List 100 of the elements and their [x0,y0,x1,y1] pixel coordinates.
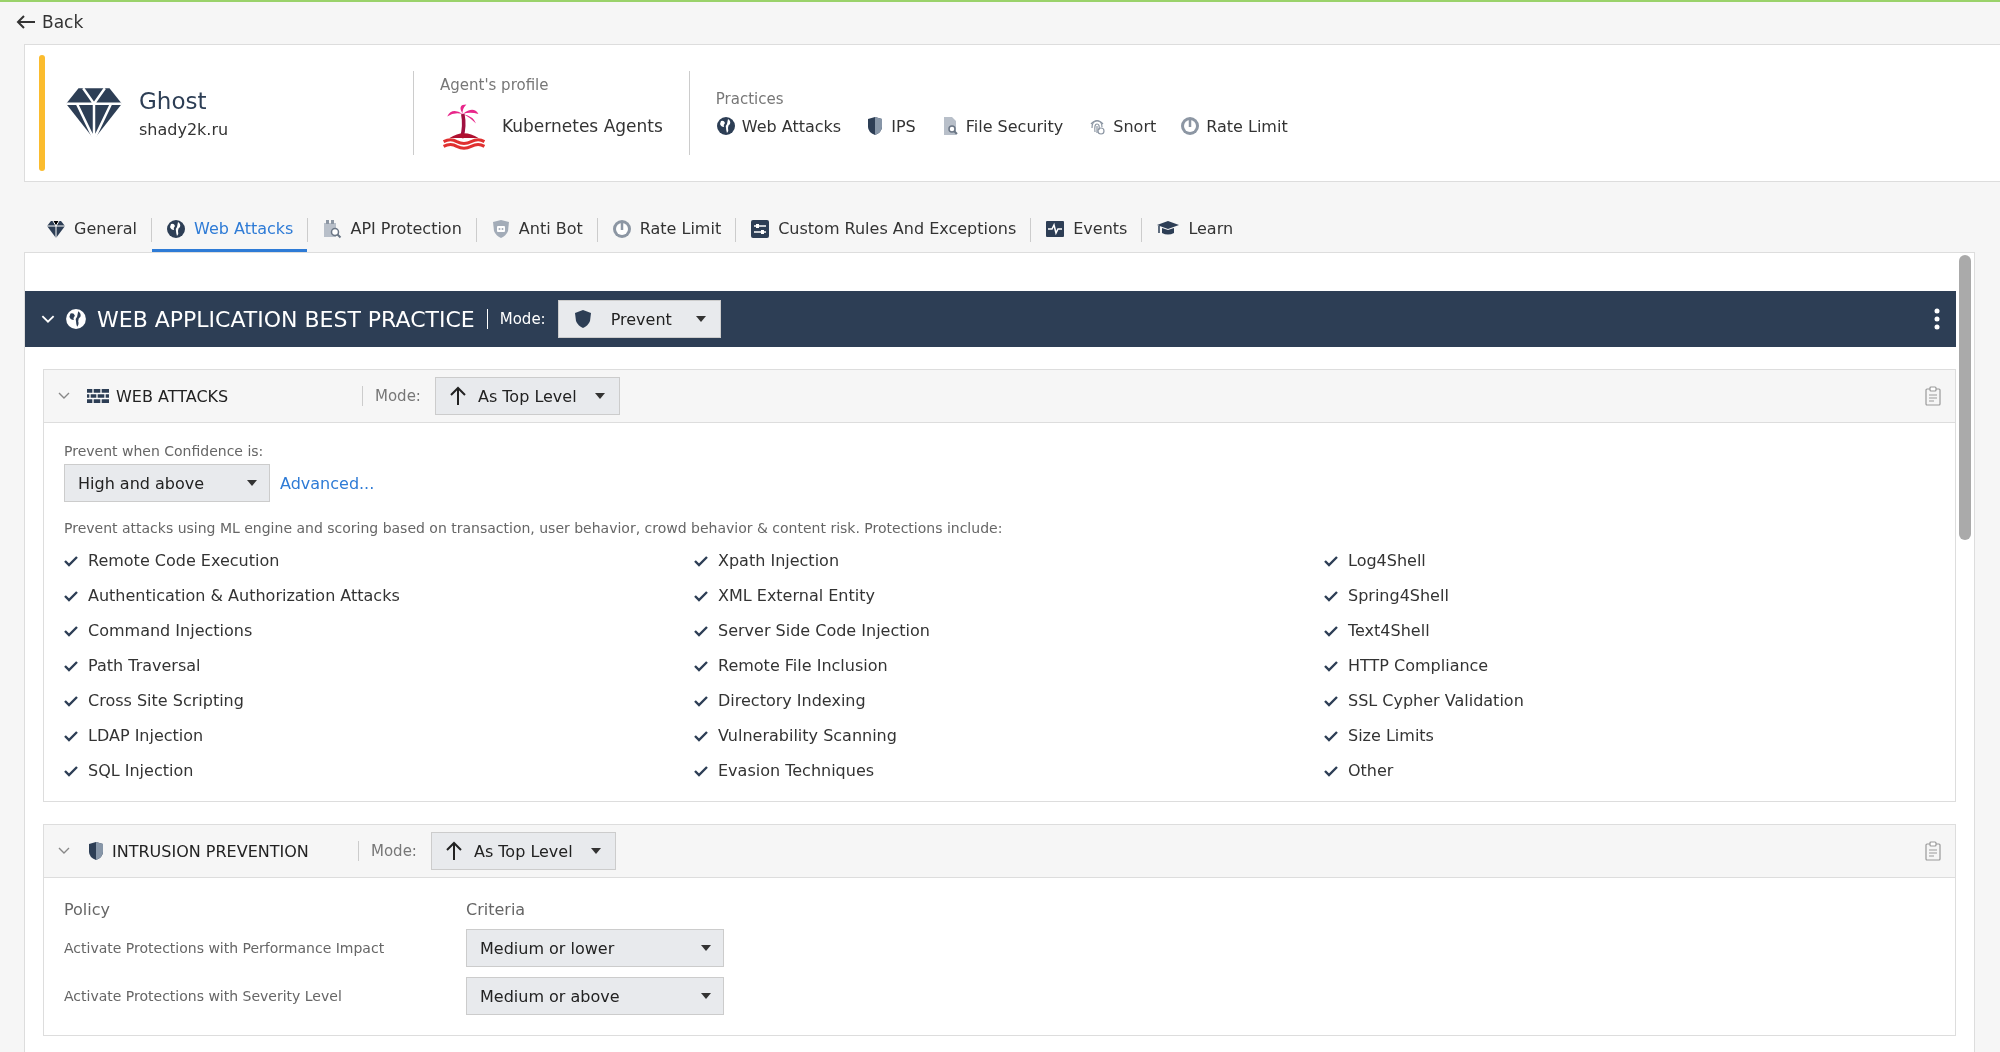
globe-icon [715,116,736,136]
check-icon [64,729,78,742]
check-icon [694,554,708,567]
asset-name: Ghost [139,87,208,114]
column-heading: Policy [64,900,112,919]
protection-item: Xpath Injection [718,551,839,570]
protection-item: Remote File Inclusion [718,656,888,675]
globe-icon [65,308,87,330]
mode-label: Mode: [499,310,546,328]
policy-label: Activate Protections with Performance Impact [64,940,386,956]
check-icon [1324,764,1338,777]
protection-item: Server Side Code Injection [718,621,930,640]
check-icon [64,589,78,602]
asset-domain: shady2k.ru [139,119,229,139]
check-icon [64,554,78,567]
shield-icon [86,841,106,861]
globe-icon [166,218,187,239]
protection-item: Directory Indexing [718,691,866,710]
mode-dropdown[interactable]: Prevent [557,300,721,338]
protections-description: Prevent attacks using ML engine and scoring based on transaction, user behavior, crowd behavior & content risk. Protections include: [64,520,1004,536]
mode-dropdown[interactable]: As Top Level [434,377,620,415]
api-icon [322,218,343,239]
section-title: INTRUSION PREVENTION [112,841,310,861]
advanced-link[interactable]: Advanced... [280,473,375,493]
practices-heading: Practices [715,90,785,108]
check-icon [1324,589,1338,602]
practice-link[interactable]: IPS [865,116,916,136]
caret-icon [590,848,601,854]
section-title: WEB ATTACKS [116,386,230,406]
tab[interactable]: Learn [1142,208,1248,252]
check-icon [1324,729,1338,742]
protection-item: Path Traversal [88,656,201,675]
back-arrow-icon [16,14,36,30]
check-icon [1324,624,1338,637]
protection-item: Text4Shell [1348,621,1430,640]
caret-icon [695,316,706,322]
check-icon [694,624,708,637]
tab[interactable]: Rate Limit [597,208,736,252]
up-arrow-icon [445,841,462,861]
caret-icon [594,393,605,399]
protection-item: LDAP Injection [88,726,204,745]
check-icon [64,764,78,777]
protection-item: XML External Entity [718,586,875,605]
caret-icon [701,993,711,999]
protection-item: Remote Code Execution [88,551,280,570]
mode-label: Mode: [371,842,417,860]
criteria-dropdown[interactable]: Medium or above [466,977,724,1015]
check-icon [694,729,708,742]
gauge-icon [611,218,632,239]
protection-item: SQL Injection [88,761,194,780]
protection-item: Command Injections [88,621,253,640]
check-icon [64,694,78,707]
check-icon [1324,554,1338,567]
tab[interactable]: Events [1031,208,1142,252]
protection-item: HTTP Compliance [1348,656,1489,675]
policy-label: Activate Protections with Severity Level [64,988,343,1004]
mode-label: Mode: [375,387,421,405]
tab[interactable]: General [32,208,152,252]
robot-shield-icon [490,218,511,239]
protection-item: Other [1348,761,1394,780]
pulse-icon [1045,218,1066,239]
scrollbar-thumb[interactable] [1959,255,1971,540]
protection-item: Size Limits [1348,726,1434,745]
back-link[interactable]: Back [0,2,100,36]
diamond-icon [46,218,66,239]
clipboard-icon[interactable] [1925,386,1941,406]
tab[interactable]: API Protection [308,208,476,252]
palm-island-icon [440,102,488,150]
practice-link[interactable]: Snort [1087,116,1157,136]
clipboard-icon[interactable] [1925,841,1941,861]
confidence-dropdown[interactable]: High and above [64,464,270,502]
check-icon [64,659,78,672]
check-icon [694,764,708,777]
tab[interactable]: Custom Rules And Exceptions [736,208,1031,252]
protection-item: Vulnerability Scanning [718,726,897,745]
confidence-label: Prevent when Confidence is: [64,443,264,459]
brick-wall-icon [86,386,110,406]
gauge-icon [1180,116,1201,136]
protection-item: Evasion Techniques [718,761,875,780]
protection-item: Authentication & Authorization Attacks [88,586,400,605]
check-icon [694,694,708,707]
protection-item: Spring4Shell [1348,586,1449,605]
mode-dropdown[interactable]: As Top Level [430,832,616,870]
practice-link[interactable]: File Security [939,116,1064,136]
protection-item: SSL Cypher Validation [1348,691,1524,710]
check-icon [694,659,708,672]
practice-link[interactable]: Rate Limit [1180,116,1288,136]
profile-heading: Agent's profile [440,76,550,94]
practice-link[interactable]: Web Attacks [715,116,842,136]
sliders-icon [750,218,771,239]
profile-name: Kubernetes Agents [502,116,663,136]
tab[interactable]: Anti Bot [476,208,597,252]
caret-icon [701,945,711,951]
protection-item: Log4Shell [1348,551,1426,570]
column-heading: Criteria [466,900,527,919]
criteria-dropdown[interactable]: Medium or lower [466,929,724,967]
check-icon [694,589,708,602]
more-options-icon[interactable] [1934,308,1940,330]
practice-title: WEB APPLICATION BEST PRACTICE [97,306,475,332]
check-icon [1324,659,1338,672]
